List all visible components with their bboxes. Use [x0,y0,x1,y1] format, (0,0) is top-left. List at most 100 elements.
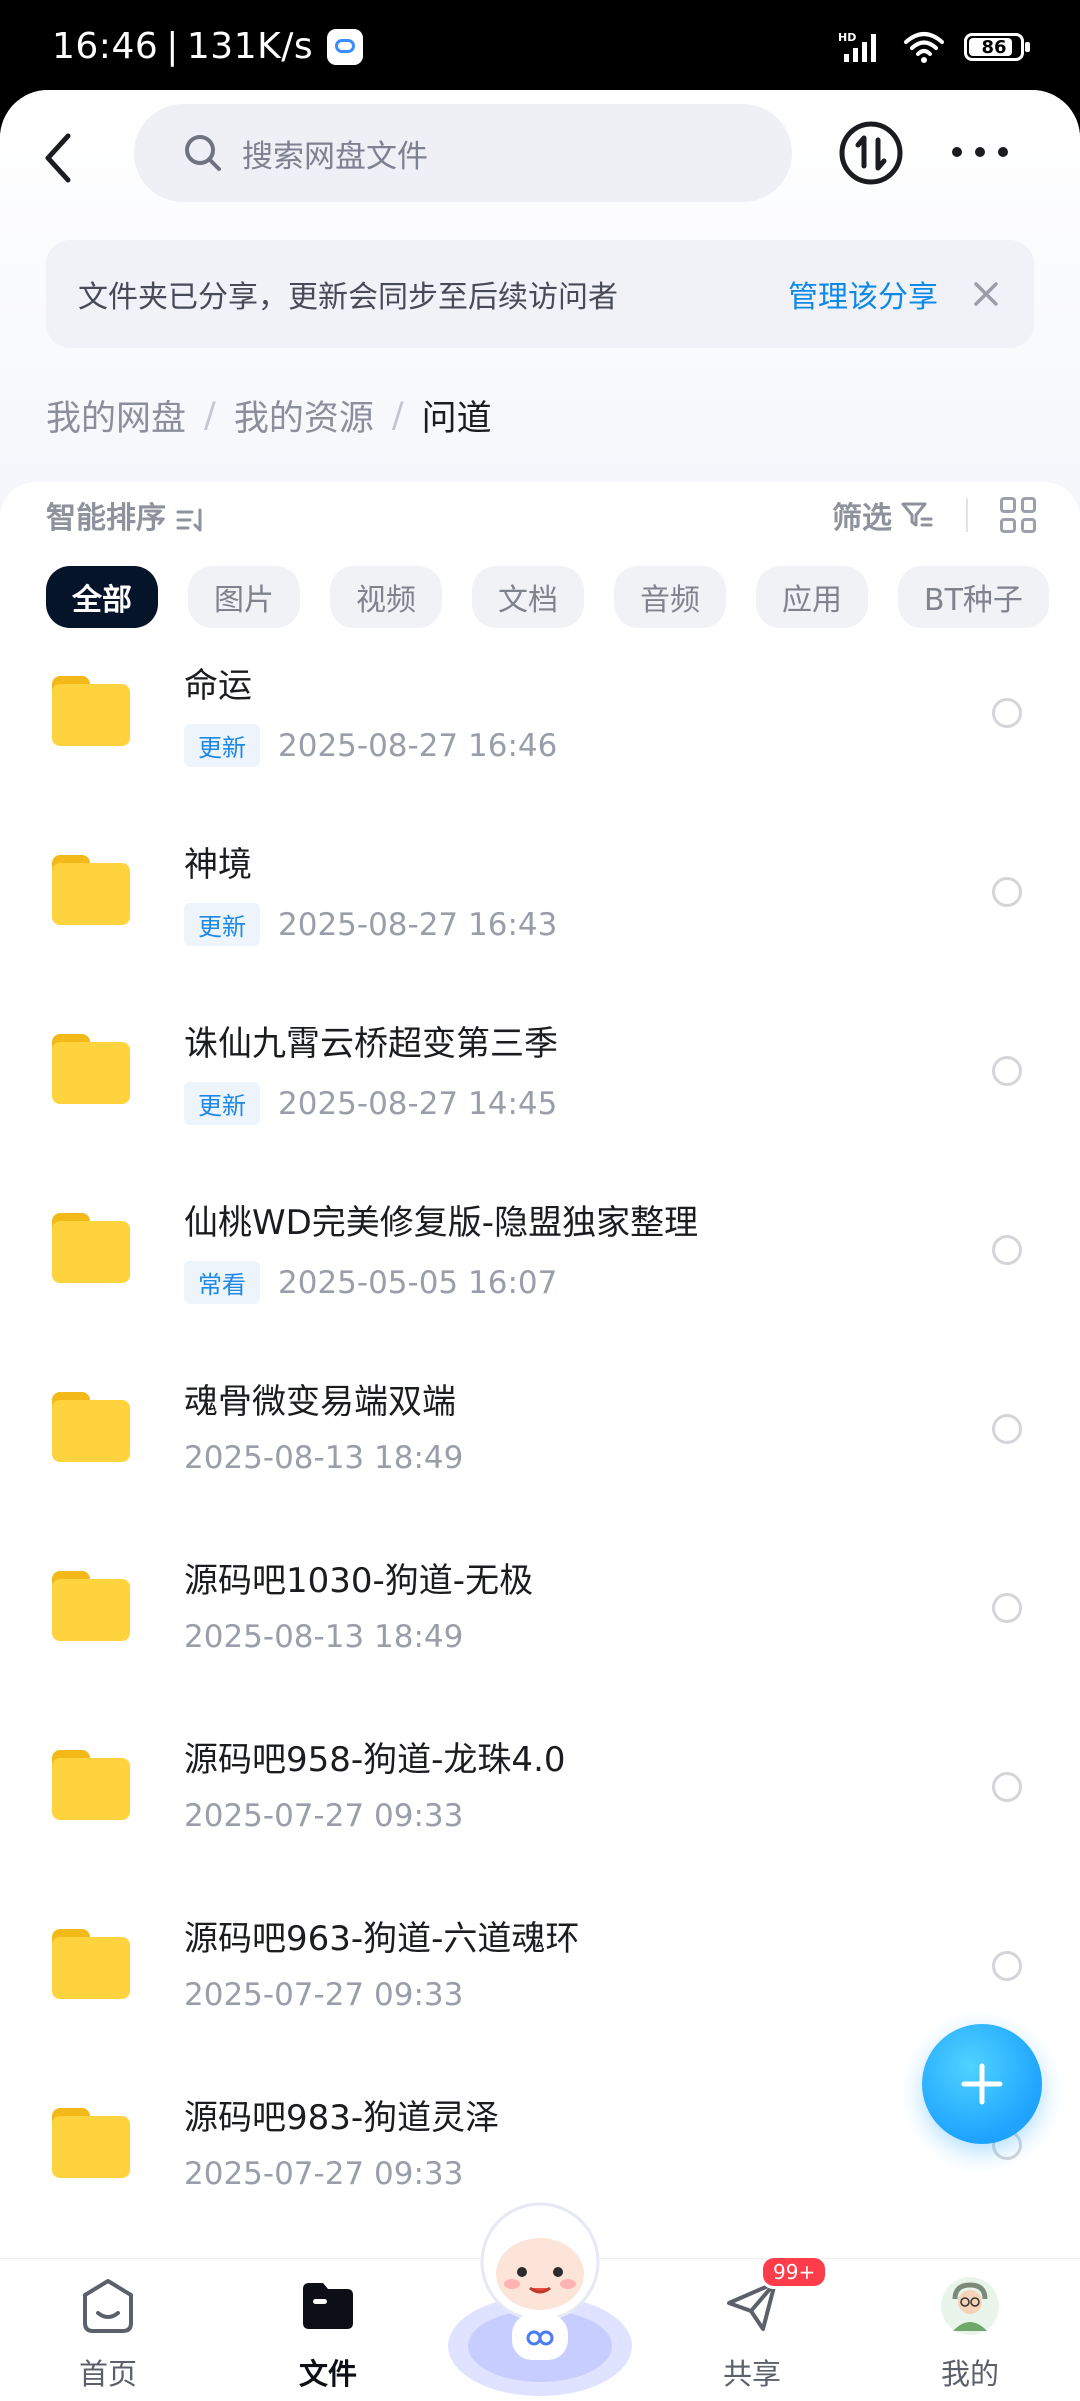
search-icon [185,135,221,171]
file-row[interactable]: 命运 更新 2025-08-27 16:46 [0,630,1080,809]
home-face-icon [83,2279,133,2333]
battery-level: 86 [981,36,1007,58]
file-row[interactable]: 源码吧958-狗道-龙珠4.0 2025-07-27 09:33 [0,1704,1080,1883]
search-placeholder: 搜索网盘文件 [242,138,428,175]
file-tag: 更新 [184,1082,260,1125]
file-name: 源码吧983-狗道灵泽 [184,2098,500,2138]
folder-icon [52,1213,130,1283]
search-input[interactable]: 搜索网盘文件 [134,104,792,202]
more-options-icon[interactable] [952,142,1008,162]
folder-icon [52,2108,130,2178]
file-row[interactable]: 源码吧1030-狗道-无极 2025-08-13 18:49 [0,1525,1080,1704]
select-radio[interactable] [992,877,1022,907]
grid-view-icon[interactable] [1000,497,1036,533]
file-name: 诛仙九霄云桥超变第三季 [184,1024,558,1064]
file-row[interactable]: 神境 更新 2025-08-27 16:43 [0,809,1080,988]
file-type-chips: 全部 图片 视频 文档 音频 应用 BT种子 [46,566,1049,628]
sort-button[interactable]: 智能排序 [46,493,206,537]
chip-bt-torrents[interactable]: BT种子 [898,566,1049,628]
chip-apps[interactable]: 应用 [756,566,868,628]
share-notice-banner: 文件夹已分享，更新会同步至后续访问者 管理该分享 [46,240,1034,348]
breadcrumb-item-my-netdisk[interactable]: 我的网盘 [46,390,186,441]
nav-mine-label: 我的 [940,2357,999,2391]
back-arrow-icon[interactable] [38,128,78,188]
file-name: 魂骨微变易端双端 [184,1382,456,1422]
folder-icon [52,1034,130,1104]
breadcrumb-current: 问道 [421,399,492,439]
nav-mine[interactable]: 我的 [890,2259,1050,2401]
file-name: 神境 [184,845,252,885]
network-speed: 131K/s [186,26,314,67]
file-tag: 常看 [184,1261,260,1304]
file-date: 2025-05-05 16:07 [278,1264,558,1301]
chip-audio[interactable]: 音频 [614,566,726,628]
mascot-assistant-icon[interactable] [442,2196,638,2400]
status-time: 16:46 [52,26,159,67]
breadcrumb-item-my-resources[interactable]: 我的资源 [234,390,374,441]
folder-icon [52,1571,130,1641]
folder-icon [52,855,130,925]
file-date: 2025-08-13 18:49 [184,1619,464,1655]
nav-home[interactable]: 首页 [28,2259,188,2401]
file-row[interactable]: 魂骨微变易端双端 2025-08-13 18:49 [0,1346,1080,1525]
file-list: 命运 更新 2025-08-27 16:46 神境 更新 2025-08-27 … [0,630,1080,2241]
plus-icon [961,2063,1003,2105]
select-radio[interactable] [992,1593,1022,1623]
select-radio[interactable] [992,1056,1022,1086]
nav-files[interactable]: 文件 [248,2259,408,2401]
chip-all[interactable]: 全部 [46,566,158,628]
file-row[interactable]: 仙桃WD完美修复版-隐盟独家整理 常看 2025-05-05 16:07 [0,1167,1080,1346]
transfer-list-icon[interactable] [838,120,904,186]
wifi-icon [904,32,944,63]
file-name: 源码吧1030-狗道-无极 [184,1561,534,1601]
file-date: 2025-07-27 09:33 [184,2156,464,2192]
file-date: 2025-07-27 09:33 [184,1977,464,2013]
share-notice-text: 文件夹已分享，更新会同步至后续访问者 [78,280,618,315]
sort-filter-bar: 智能排序 筛选 [46,482,1036,548]
battery-icon: 86 [964,33,1030,61]
file-tag: 更新 [184,724,260,767]
file-row[interactable]: 诛仙九霄云桥超变第三季 更新 2025-08-27 14:45 [0,988,1080,1167]
file-date: 2025-07-27 09:33 [184,1798,464,1834]
nav-share-label: 共享 [722,2357,781,2391]
file-name: 仙桃WD完美修复版-隐盟独家整理 [184,1203,699,1243]
chip-images[interactable]: 图片 [188,566,300,628]
file-tag: 更新 [184,903,260,946]
sort-icon [176,508,202,531]
file-date: 2025-08-13 18:49 [184,1440,464,1476]
svg-text:HD: HD [838,31,856,44]
folder-icon [52,1929,130,1999]
file-row[interactable]: 源码吧963-狗道-六道魂环 2025-07-27 09:33 [0,1883,1080,2062]
folder-icon [303,2283,353,2329]
manage-share-link[interactable]: 管理该分享 [788,272,938,316]
folder-icon [52,1750,130,1820]
close-icon[interactable] [972,280,1000,308]
filter-icon [901,502,933,527]
chip-videos[interactable]: 视频 [330,566,442,628]
file-name: 源码吧958-狗道-龙珠4.0 [184,1740,566,1780]
select-radio[interactable] [992,698,1022,728]
status-bar: 16:46 | 131K/s HD 86 [0,0,1080,96]
app-screen: 搜索网盘文件 文件夹已分享，更新会同步至后续访问者 管理该分享 我的网盘 / 我… [0,90,1080,2400]
file-date: 2025-08-27 14:45 [278,1085,558,1122]
file-name: 源码吧963-狗道-六道魂环 [184,1919,580,1959]
select-radio[interactable] [992,1414,1022,1444]
add-button[interactable] [922,2024,1042,2144]
folder-icon [52,1392,130,1462]
select-radio[interactable] [992,1772,1022,1802]
file-date: 2025-08-27 16:46 [278,727,558,764]
folder-icon [52,676,130,746]
filter-button[interactable]: 筛选 [832,493,934,537]
file-name: 命运 [184,666,252,706]
select-radio[interactable] [992,1235,1022,1265]
nav-files-label: 文件 [298,2357,357,2391]
baidu-netdisk-app-icon [327,28,364,65]
nav-share[interactable]: 99+ 共享 [672,2255,832,2401]
breadcrumb: 我的网盘 / 我的资源 / 问道 [46,390,492,441]
nav-home-label: 首页 [78,2357,137,2391]
select-radio[interactable] [992,1951,1022,1981]
avatar [941,2277,999,2335]
file-date: 2025-08-27 16:43 [278,906,558,943]
cellular-signal-icon: HD [838,31,876,62]
chip-documents[interactable]: 文档 [472,566,584,628]
